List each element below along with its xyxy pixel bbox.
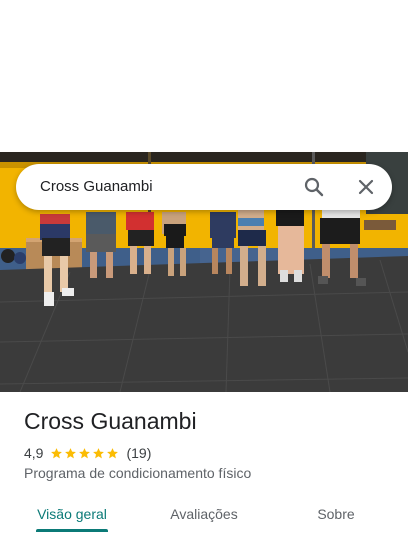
place-title: Cross Guanambi — [24, 408, 197, 434]
review-count: (19) — [126, 445, 152, 461]
star-icon — [65, 447, 77, 458]
place-category: Programa de condicionamento físico — [24, 465, 252, 481]
rating-row[interactable]: 4,9 (19) — [24, 444, 151, 462]
star-icon — [93, 447, 105, 458]
star-icon — [51, 447, 63, 458]
search-input[interactable]: Cross Guanambi — [40, 164, 153, 210]
tab-reviews[interactable]: Avaliações — [158, 496, 250, 532]
tab-overview[interactable]: Visão geral — [26, 496, 118, 532]
search-icon[interactable] — [302, 175, 326, 199]
place-tabs: Visão geral Avaliações Sobre — [0, 496, 408, 536]
star-rating — [50, 447, 120, 460]
top-blank-area — [0, 0, 408, 152]
close-icon[interactable] — [354, 175, 378, 199]
rating-value: 4,9 — [24, 445, 44, 461]
active-tab-indicator — [36, 529, 108, 532]
tab-about[interactable]: Sobre — [290, 496, 382, 532]
search-bar[interactable]: Cross Guanambi — [16, 164, 392, 210]
star-icon — [79, 447, 91, 458]
star-icon — [107, 447, 119, 458]
